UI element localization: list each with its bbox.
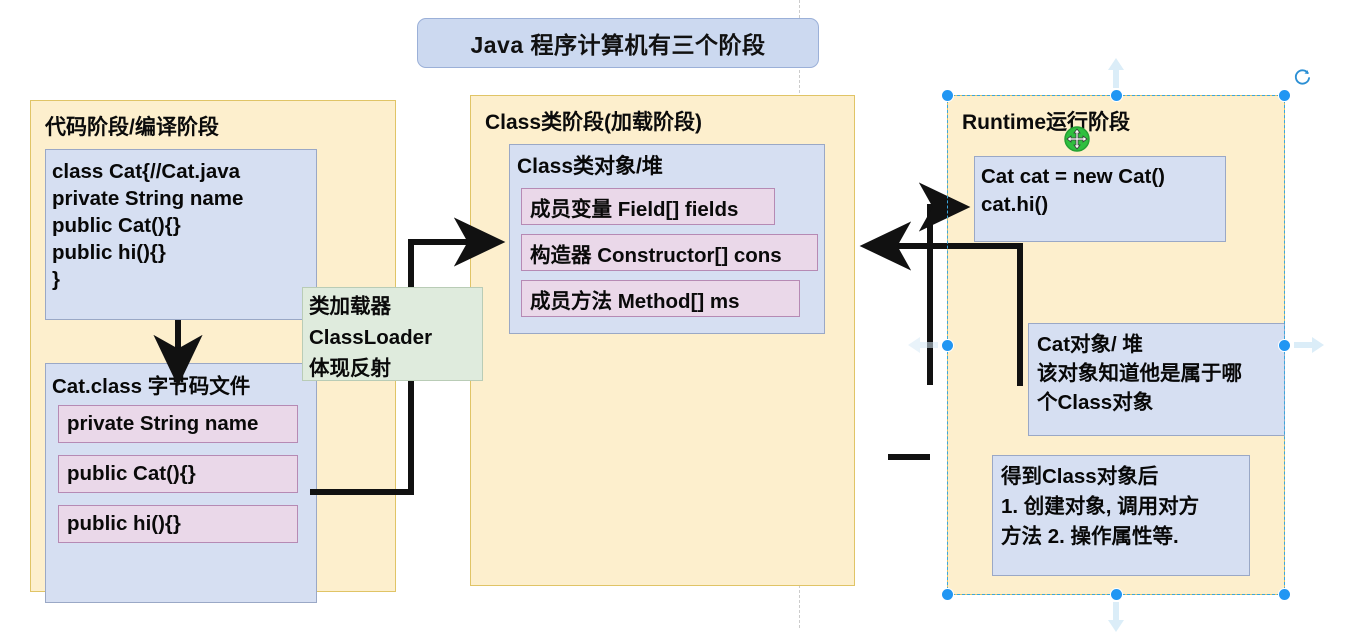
runtime-code-line-1: Cat cat = new Cat() [981, 165, 1165, 188]
stage-title-class: Class类阶段(加载阶段) [485, 111, 703, 134]
runtime-note-line-3: 方法 2. 操作属性等. [1001, 525, 1179, 548]
nudge-arrow-left-icon[interactable] [906, 335, 940, 355]
nudge-arrow-right-icon[interactable] [1292, 335, 1326, 355]
move-cursor-icon [1064, 126, 1090, 152]
runtime-object-line-3: 个Class对象 [1037, 391, 1154, 414]
classloader-note-line-2: ClassLoader [309, 326, 433, 349]
class-file-member-field[interactable]: private String name [58, 405, 298, 443]
class-file-member-method[interactable]: public hi(){} [58, 505, 298, 543]
stage-panel-runtime[interactable]: Runtime运行阶段 Cat cat = new Cat() cat.hi()… [947, 95, 1285, 595]
runtime-code-box[interactable]: Cat cat = new Cat() cat.hi() [974, 156, 1226, 242]
runtime-note-line-2: 1. 创建对象, 调用对方 [1001, 495, 1200, 518]
class-object-constructors[interactable]: 构造器 Constructor[] cons [521, 234, 818, 271]
source-line-5: } [52, 268, 60, 291]
runtime-note-line-1: 得到Class对象后 [1001, 465, 1159, 488]
rotate-handle-icon[interactable] [1292, 68, 1312, 88]
source-line-2: private String name [52, 187, 244, 210]
source-line-3: public Cat(){} [52, 214, 181, 237]
runtime-object-line-1: Cat对象/ 堆 [1037, 333, 1143, 356]
runtime-code-line-2: cat.hi() [981, 193, 1049, 216]
class-object-header: Class类对象/堆 [517, 155, 663, 178]
diagram-canvas: Java 程序计算机有三个阶段 代码阶段/编译阶段 class Cat{//Ca… [0, 0, 1365, 632]
source-line-1: class Cat{//Cat.java [52, 160, 241, 183]
runtime-note-box[interactable]: 得到Class对象后 1. 创建对象, 调用对方 方法 2. 操作属性等. [992, 455, 1250, 576]
class-file-header: Cat.class 字节码文件 [52, 375, 251, 398]
stage-panel-class[interactable]: Class类阶段(加载阶段) Class类对象/堆 成员变量 Field[] f… [470, 95, 855, 586]
class-object-methods[interactable]: 成员方法 Method[] ms [521, 280, 800, 317]
classloader-note-line-3: 体现反射 [309, 357, 391, 380]
source-line-4: public hi(){} [52, 241, 166, 264]
stage-title-runtime: Runtime运行阶段 [962, 111, 1130, 134]
class-file-member-constructor[interactable]: public Cat(){} [58, 455, 298, 493]
nudge-arrow-down-icon[interactable] [1106, 600, 1126, 634]
runtime-object-line-2: 该对象知道他是属于哪 [1037, 362, 1242, 385]
diagram-title: Java 程序计算机有三个阶段 [417, 18, 819, 68]
diagram-title-text: Java 程序计算机有三个阶段 [470, 32, 766, 58]
runtime-object-box[interactable]: Cat对象/ 堆 该对象知道他是属于哪 个Class对象 [1028, 323, 1285, 436]
class-file-box[interactable]: Cat.class 字节码文件 private String name publ… [45, 363, 317, 603]
source-code-box[interactable]: class Cat{//Cat.java private String name… [45, 149, 317, 320]
class-object-box[interactable]: Class类对象/堆 成员变量 Field[] fields 构造器 Const… [509, 144, 825, 334]
classloader-note-line-1: 类加载器 [309, 295, 391, 318]
stage-title-code: 代码阶段/编译阶段 [45, 116, 219, 139]
class-object-fields[interactable]: 成员变量 Field[] fields [521, 188, 775, 225]
classloader-note-box[interactable]: 类加载器 ClassLoader 体现反射 [302, 287, 483, 381]
nudge-arrow-up-icon[interactable] [1106, 56, 1126, 90]
